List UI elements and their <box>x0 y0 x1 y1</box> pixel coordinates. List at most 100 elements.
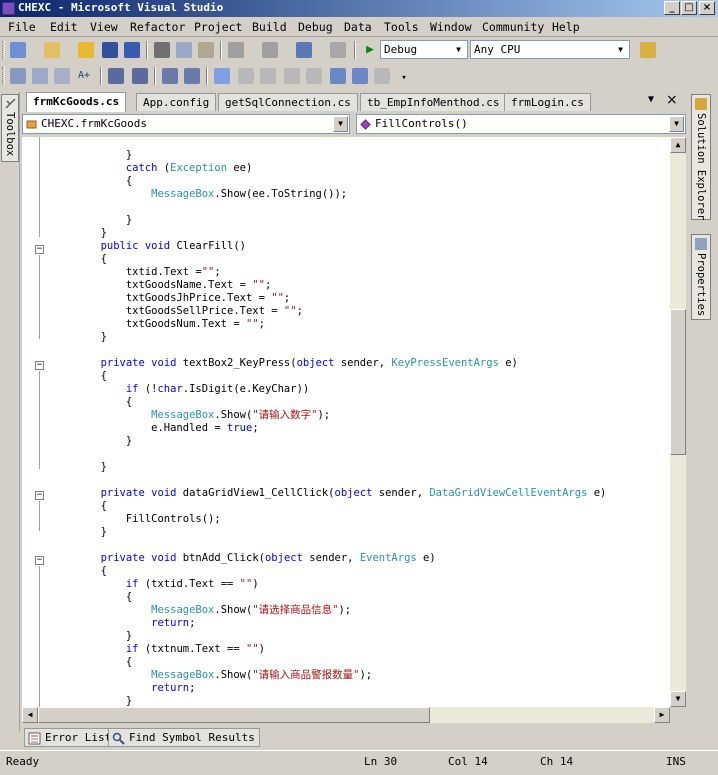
code-line[interactable] <box>50 344 670 357</box>
menu-tools[interactable]: Tools <box>384 20 419 34</box>
comment-lines-icon[interactable] <box>162 68 178 84</box>
menu-community[interactable]: Community <box>482 20 544 34</box>
decrease-indent-icon[interactable] <box>108 68 124 84</box>
open-file-icon[interactable] <box>78 42 94 58</box>
code-line[interactable]: MessageBox.Show("请选择商品信息"); <box>50 604 670 617</box>
horizontal-scrollbar[interactable]: ◀ ▶ <box>22 707 670 723</box>
previous-bookmark-in-document-icon[interactable] <box>330 68 346 84</box>
horizontal-scroll-thumb[interactable] <box>38 707 430 723</box>
code-line[interactable]: private void btnAdd_Click(object sender,… <box>50 552 670 565</box>
code-line[interactable] <box>50 474 670 487</box>
navigate-backward-icon[interactable] <box>296 42 312 58</box>
uncomment-lines-icon[interactable] <box>184 68 200 84</box>
parameter-info-icon[interactable] <box>32 68 48 84</box>
code-line[interactable]: } <box>50 435 670 448</box>
code-line[interactable]: return; <box>50 617 670 630</box>
code-line[interactable]: txtGoodsName.Text = ""; <box>50 279 670 292</box>
code-line[interactable]: { <box>50 175 670 188</box>
toolbar-grip[interactable] <box>2 41 5 59</box>
menu-project[interactable]: Project <box>194 20 242 34</box>
start-debugging-icon[interactable]: ▶ <box>362 42 378 58</box>
class-dropdown[interactable]: CHEXC.frmKcGoods ▼ <box>22 114 350 134</box>
code-line[interactable]: MessageBox.Show(ee.ToString()); <box>50 188 670 201</box>
menu-build[interactable]: Build <box>252 20 287 34</box>
navigate-forward-icon[interactable] <box>330 42 346 58</box>
code-line[interactable]: } <box>50 331 670 344</box>
paste-icon[interactable] <box>198 42 214 58</box>
next-bookmark-in-folder-icon[interactable] <box>306 68 322 84</box>
code-line[interactable] <box>50 448 670 461</box>
code-line[interactable]: FillControls(); <box>50 513 670 526</box>
complete-word-icon[interactable]: A+ <box>78 68 94 84</box>
tab-frmkcgoods[interactable]: frmKcGoods.cs <box>26 92 127 112</box>
toolbar-options-icon[interactable]: ▾ <box>396 68 412 84</box>
code-line[interactable]: txtGoodsJhPrice.Text = ""; <box>50 292 670 305</box>
maximize-button[interactable]: □ <box>681 1 697 15</box>
solution-configuration-select[interactable]: Debug ▼ <box>380 40 468 59</box>
menu-help[interactable]: Help <box>552 20 580 34</box>
tab-getsqlconnection[interactable]: getSqlConnection.cs <box>218 93 358 111</box>
code-line[interactable]: MessageBox.Show("请输入商品警报数量"); <box>50 669 670 682</box>
code-line[interactable]: } <box>50 214 670 227</box>
active-files-dropdown-icon[interactable]: ▼ <box>648 94 654 105</box>
menu-debug[interactable]: Debug <box>298 20 333 34</box>
vertical-scrollbar[interactable]: ▲ ▼ <box>670 137 686 707</box>
menu-window[interactable]: Window <box>430 20 472 34</box>
redo-icon[interactable] <box>262 42 278 58</box>
scroll-right-icon[interactable]: ▶ <box>654 707 670 723</box>
member-dropdown[interactable]: FillControls() ▼ <box>356 114 686 134</box>
next-bookmark-in-document-icon[interactable] <box>352 68 368 84</box>
code-line[interactable]: { <box>50 656 670 669</box>
menu-view[interactable]: View <box>90 20 118 34</box>
tab-find-symbol-results[interactable]: Find Symbol Results <box>108 728 260 747</box>
code-line[interactable]: private void dataGridView1_CellClick(obj… <box>50 487 670 500</box>
solution-explorer-tab[interactable]: Solution Explorer <box>691 94 711 220</box>
code-line[interactable]: private void textBox2_KeyPress(object se… <box>50 357 670 370</box>
code-line[interactable]: txtid.Text =""; <box>50 266 670 279</box>
toolbox-tab[interactable]: Toolbox <box>1 94 19 162</box>
code-line[interactable]: } <box>50 461 670 474</box>
display-object-member-list-icon[interactable] <box>10 68 26 84</box>
code-line[interactable]: public void ClearFill() <box>50 240 670 253</box>
scroll-up-icon[interactable]: ▲ <box>670 137 686 153</box>
code-line[interactable]: txtGoodsSellPrice.Text = ""; <box>50 305 670 318</box>
vertical-scroll-thumb[interactable] <box>670 309 686 455</box>
scroll-down-icon[interactable]: ▼ <box>670 691 686 707</box>
code-line[interactable]: } <box>50 630 670 643</box>
next-bookmark-icon[interactable] <box>260 68 276 84</box>
collapse-region-icon[interactable]: − <box>35 245 44 254</box>
tab-frmlogin[interactable]: frmLogin.cs <box>504 93 591 111</box>
code-line[interactable]: { <box>50 370 670 383</box>
find-in-files-icon[interactable] <box>640 42 656 58</box>
code-line[interactable]: if (!char.IsDigit(e.KeyChar)) <box>50 383 670 396</box>
menu-data[interactable]: Data <box>344 20 372 34</box>
clear-bookmarks-icon[interactable] <box>374 68 390 84</box>
cut-icon[interactable] <box>154 42 170 58</box>
save-icon[interactable] <box>102 42 118 58</box>
code-line[interactable]: } <box>50 695 670 707</box>
code-line[interactable]: } <box>50 227 670 240</box>
code-text[interactable]: } catch (Exception ee) { MessageBox.Show… <box>50 149 670 707</box>
code-line[interactable] <box>50 201 670 214</box>
menu-file[interactable]: File <box>8 20 36 34</box>
increase-indent-icon[interactable] <box>132 68 148 84</box>
tab-tb-empinfomenthod[interactable]: tb_EmpInfoMenthod.cs <box>360 93 507 111</box>
collapse-region-icon[interactable]: − <box>35 361 44 370</box>
previous-bookmark-in-folder-icon[interactable] <box>284 68 300 84</box>
menu-refactor[interactable]: Refactor <box>130 20 185 34</box>
code-editor[interactable]: − − − − } catch (Exception ee) { Message… <box>22 137 670 707</box>
code-line[interactable]: { <box>50 396 670 409</box>
solution-platform-select[interactable]: Any CPU ▼ <box>470 40 630 59</box>
code-line[interactable]: e.Handled = true; <box>50 422 670 435</box>
collapse-region-icon[interactable]: − <box>35 556 44 565</box>
collapse-region-icon[interactable]: − <box>35 491 44 500</box>
properties-tab[interactable]: Properties <box>691 234 711 320</box>
code-line[interactable]: } <box>50 149 670 162</box>
new-project-icon[interactable] <box>10 42 26 58</box>
previous-bookmark-icon[interactable] <box>238 68 254 84</box>
add-item-icon[interactable] <box>44 42 60 58</box>
code-line[interactable]: catch (Exception ee) <box>50 162 670 175</box>
copy-icon[interactable] <box>176 42 192 58</box>
quick-info-icon[interactable] <box>54 68 70 84</box>
toggle-bookmark-icon[interactable] <box>214 68 230 84</box>
